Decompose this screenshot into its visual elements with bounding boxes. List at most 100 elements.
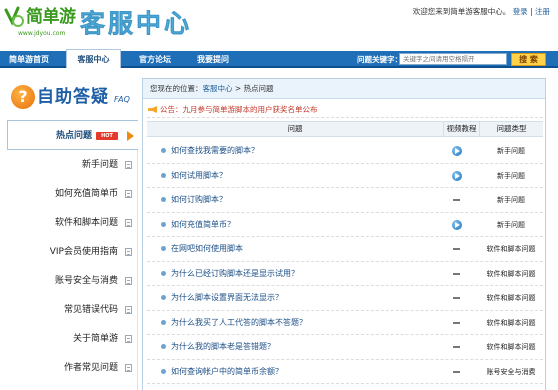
question-link[interactable]: 如何试用脚本？ <box>171 164 227 188</box>
login-link[interactable]: 登录 <box>513 7 528 16</box>
sidebar-item-label: 软件和脚本问题 <box>54 218 118 228</box>
sidebar-header: ? 自助答疑 FAQ <box>7 78 138 118</box>
bullet-icon <box>161 368 166 374</box>
document-icon <box>125 364 132 372</box>
main-content: 您现在的位置：客服中心 > 热点问题 公告：九月参与简单游脚本的用户获奖名单公布… <box>142 78 546 390</box>
sidebar-item-label: 如何充值简单币 <box>54 189 118 199</box>
question-type: 新手问题 <box>497 196 525 204</box>
document-icon <box>125 306 132 314</box>
breadcrumb-home-link[interactable]: 客服中心 <box>203 84 233 93</box>
question-link[interactable]: 为什么已经订购脚本还是显示试用？ <box>171 262 299 286</box>
question-type: 新手问题 <box>497 171 525 180</box>
video-play-icon[interactable] <box>452 146 462 156</box>
question-link[interactable]: 为什么脚本设置界面无法显示？ <box>171 286 283 310</box>
bullet-icon <box>161 344 166 349</box>
question-link[interactable]: 为什么我的脚本老是答错题？ <box>171 335 275 359</box>
document-icon <box>125 277 132 285</box>
bullet-icon <box>161 148 166 153</box>
table-row: 为什么脚本设置界面无法显示？ 软件和脚本问题 <box>147 286 543 311</box>
question-link[interactable]: 在网吧如何使用脚本 <box>171 237 243 261</box>
video-play-icon[interactable] <box>452 170 462 181</box>
sidebar-item-hot-questions[interactable]: 热点问题 HOT <box>7 120 138 150</box>
video-play-icon[interactable] <box>452 219 462 230</box>
table-header: 问题 视频教程 问题类型 <box>147 121 543 137</box>
logo-url: www.jdyou.com <box>18 30 66 37</box>
document-icon <box>125 161 132 169</box>
site-header: 简单游 www.jdyou.com 客服中心 欢迎您来到简单游客服中心。 登录 … <box>0 0 558 50</box>
table-row: 如何订购脚本？ 新手问题 <box>147 188 543 213</box>
logo-text[interactable]: 简单游 <box>26 7 76 27</box>
sidebar-item-author-faq[interactable]: 作者常见问题 <box>7 353 138 383</box>
sidebar-item-software-script[interactable]: 软件和脚本问题 <box>7 208 138 238</box>
keyword-search-input[interactable] <box>399 53 507 65</box>
sidebar-title: 自助答疑 <box>37 87 109 107</box>
question-type: 软件和脚本问题 <box>486 318 536 327</box>
logo-mark-icon <box>4 6 24 27</box>
question-type: 软件和脚本问题 <box>486 343 536 351</box>
question-type: 账号安全与消费 <box>486 367 536 376</box>
register-link[interactable]: 注册 <box>535 7 550 16</box>
announcement-link[interactable]: 公告：九月参与简单游脚本的用户获奖名单公布 <box>160 105 318 114</box>
document-icon <box>125 190 132 198</box>
question-link[interactable]: 如何查询帐户中的简单币余额？ <box>171 360 283 384</box>
no-video-icon <box>453 272 460 275</box>
document-icon <box>125 248 132 256</box>
keyword-label: 问题关键字： <box>357 55 402 64</box>
column-header-question: 问题 <box>287 124 303 133</box>
welcome-bar: 欢迎您来到简单游客服中心。 登录 | 注册 <box>413 6 550 17</box>
welcome-text: 欢迎您来到简单游客服中心。 <box>412 7 511 16</box>
sidebar-item-newbie[interactable]: 新手问题 <box>7 150 138 180</box>
arrow-right-icon <box>127 131 134 141</box>
breadcrumb: 您现在的位置：客服中心 > 热点问题 <box>143 79 545 99</box>
no-video-icon <box>453 370 460 373</box>
welcome-separator: | <box>530 7 533 16</box>
sidebar-item-label: 账号安全与消费 <box>54 276 118 286</box>
bullet-icon <box>161 319 166 325</box>
no-video-icon <box>453 346 460 348</box>
table-row: 如何试用脚本？ 新手问题 <box>147 164 543 188</box>
bullet-icon <box>161 172 166 178</box>
table-row: 如何查找我需要的脚本？ 新手问题 <box>147 139 543 164</box>
announcement-bar: 公告：九月参与简单游脚本的用户获奖名单公布 <box>147 102 543 118</box>
nav-ask-question[interactable]: 我要提问 <box>186 51 240 68</box>
sidebar-item-label: 热点问题 <box>55 131 92 141</box>
no-video-icon <box>453 321 460 324</box>
sidebar-item-account-security[interactable]: 账号安全与消费 <box>7 266 138 296</box>
table-row: 如何充值简单币？ 新手问题 <box>147 213 543 237</box>
question-link[interactable]: 如何查找我需要的脚本？ <box>171 139 259 163</box>
sidebar-item-vip-guide[interactable]: VIP会员使用指南 <box>7 237 138 267</box>
no-video-icon <box>453 248 460 250</box>
sidebar-item-label: VIP会员使用指南 <box>49 247 118 257</box>
question-icon: ? <box>11 85 35 109</box>
bullet-icon <box>161 197 166 202</box>
question-type: 软件和脚本问题 <box>486 269 536 278</box>
megaphone-icon <box>148 106 157 113</box>
question-link[interactable]: 如何充值简单币？ <box>171 213 235 237</box>
hot-badge: HOT <box>96 132 118 140</box>
column-header-type: 问题类型 <box>479 122 543 136</box>
bullet-icon <box>161 270 166 276</box>
sidebar-item-label: 作者常见问题 <box>63 363 118 373</box>
table-row: 为什么我的脚本老是答错题？ 软件和脚本问题 <box>147 335 543 360</box>
column-header-video: 视频教程 <box>443 122 479 136</box>
table-row: 为什么我买了人工代答的脚本不答题？ 软件和脚本问题 <box>147 311 543 335</box>
question-link[interactable]: 如何订购脚本？ <box>171 188 227 212</box>
document-icon <box>125 219 132 227</box>
sidebar-item-about[interactable]: 关于简单游 <box>7 324 138 354</box>
sidebar-item-recharge[interactable]: 如何充值简单币 <box>7 179 138 209</box>
document-icon <box>125 335 132 343</box>
nav-forum[interactable]: 官方论坛 <box>128 51 182 68</box>
nav-home[interactable]: 简单游首页 <box>0 51 58 68</box>
question-type: 软件和脚本问题 <box>486 245 536 253</box>
page-title: 客服中心 <box>80 9 193 39</box>
sidebar-item-error-codes[interactable]: 常见错误代码 <box>7 295 138 325</box>
main-nav: 简单游首页 客服中心 官方论坛 我要提问 问题关键字： 搜 索 <box>0 49 558 68</box>
bullet-icon <box>161 295 166 300</box>
search-button[interactable]: 搜 索 <box>511 53 546 66</box>
question-type: 新手问题 <box>497 147 525 155</box>
question-type: 新手问题 <box>497 220 525 229</box>
question-link[interactable]: 为什么我买了人工代答的脚本不答题？ <box>171 311 307 335</box>
bullet-icon <box>161 221 166 227</box>
nav-service-center[interactable]: 客服中心 <box>66 49 121 68</box>
sidebar-item-label: 新手问题 <box>81 160 118 170</box>
